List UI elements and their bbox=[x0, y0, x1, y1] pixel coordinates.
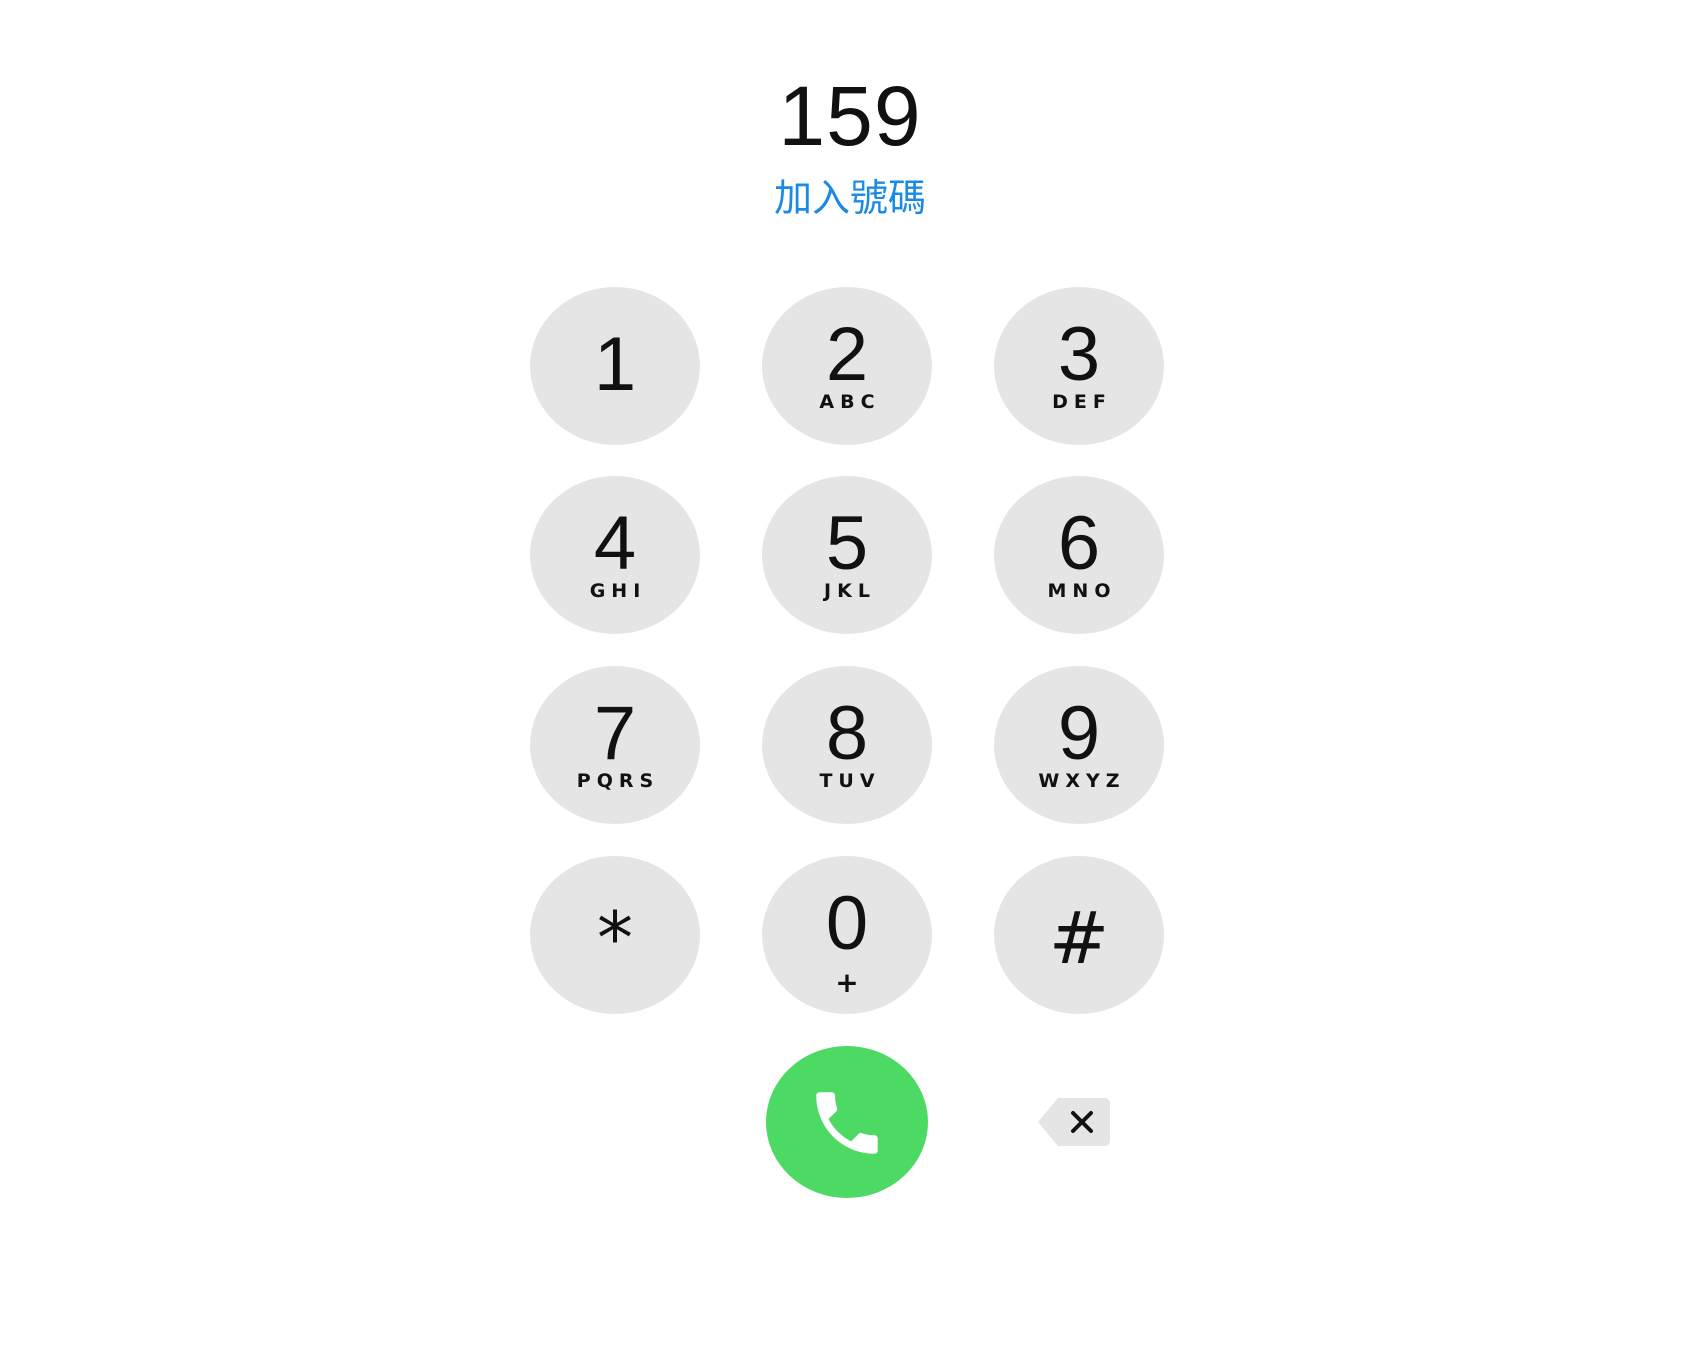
key-digit: 7 bbox=[593, 691, 637, 776]
key-digit: 9 bbox=[1057, 691, 1101, 776]
backspace-icon bbox=[1038, 1098, 1110, 1146]
key-5[interactable]: 5 JKL bbox=[762, 476, 932, 634]
key-1[interactable]: 1 bbox=[530, 287, 700, 445]
key-8[interactable]: 8 TUV bbox=[762, 666, 932, 824]
hash-icon: # bbox=[1048, 896, 1110, 980]
key-4[interactable]: 4 GHI bbox=[530, 476, 700, 634]
key-digit: 1 bbox=[593, 322, 637, 407]
call-button[interactable] bbox=[766, 1046, 928, 1198]
key-plus-label: + bbox=[835, 966, 859, 999]
key-digit: 4 bbox=[593, 501, 637, 586]
key-2[interactable]: 2 ABC bbox=[762, 287, 932, 445]
key-7[interactable]: 7 PQRS bbox=[530, 666, 700, 824]
phone-icon bbox=[816, 1092, 878, 1154]
backspace-button[interactable] bbox=[1036, 1096, 1112, 1148]
dialed-number: 159 bbox=[778, 69, 922, 163]
key-digit: 3 bbox=[1057, 312, 1101, 397]
key-0[interactable]: 0 + bbox=[762, 856, 932, 1014]
add-number-link[interactable]: 加入號碼 bbox=[0, 172, 1700, 224]
key-digit: 5 bbox=[825, 501, 869, 586]
asterisk-icon: * bbox=[597, 896, 633, 980]
key-digit: 8 bbox=[825, 691, 869, 776]
key-letters: TUV bbox=[819, 770, 881, 792]
key-hash[interactable]: # bbox=[994, 856, 1164, 1014]
key-digit: 6 bbox=[1057, 501, 1101, 586]
key-digit: 2 bbox=[825, 312, 869, 397]
key-letters: WXYZ bbox=[1038, 770, 1126, 792]
key-letters: GHI bbox=[589, 580, 647, 602]
key-digit: 0 bbox=[825, 881, 869, 966]
key-3[interactable]: 3 DEF bbox=[994, 287, 1164, 445]
key-letters: MNO bbox=[1047, 580, 1117, 602]
key-star[interactable]: * bbox=[530, 856, 700, 1014]
key-letters: ABC bbox=[819, 391, 881, 413]
key-letters: JKL bbox=[824, 580, 876, 602]
key-9[interactable]: 9 WXYZ bbox=[994, 666, 1164, 824]
key-letters: DEF bbox=[1052, 391, 1112, 413]
key-letters: PQRS bbox=[576, 770, 660, 792]
key-6[interactable]: 6 MNO bbox=[994, 476, 1164, 634]
